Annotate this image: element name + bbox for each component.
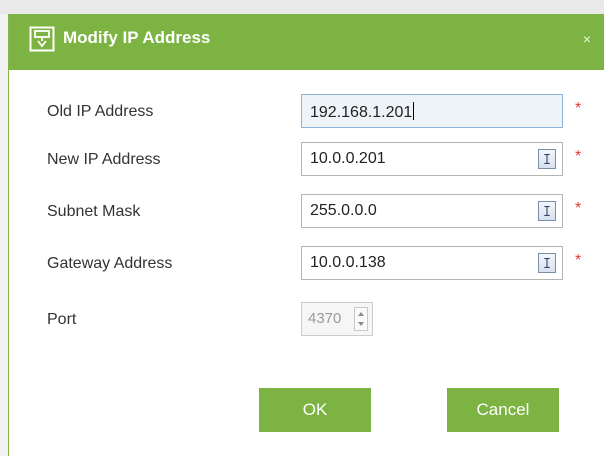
subnet-value: 255.0.0.0 xyxy=(310,202,377,219)
modify-ip-dialog: Modify IP Address × Old IP Address 192.1… xyxy=(8,14,604,456)
required-marker: * xyxy=(575,100,582,117)
subnet-label: Subnet Mask xyxy=(47,203,141,220)
old-ip-input[interactable]: 192.168.1.201 xyxy=(301,94,563,128)
old-ip-label: Old IP Address xyxy=(47,103,154,120)
subnet-input[interactable]: 255.0.0.0 xyxy=(301,194,563,228)
network-config-icon xyxy=(29,26,55,52)
required-marker: * xyxy=(575,200,582,217)
cancel-button[interactable]: Cancel xyxy=(447,388,559,432)
gateway-label: Gateway Address xyxy=(47,255,173,272)
gateway-value: 10.0.0.138 xyxy=(310,254,386,271)
gateway-input[interactable]: 10.0.0.138 xyxy=(301,246,563,280)
spinner-up-icon[interactable] xyxy=(358,312,364,316)
subnet-row: Subnet Mask 255.0.0.0 * xyxy=(9,194,604,230)
ip-address-icon[interactable] xyxy=(538,201,556,221)
port-label: Port xyxy=(47,311,77,328)
port-spinner[interactable] xyxy=(354,307,368,331)
text-caret xyxy=(413,102,415,120)
close-icon[interactable]: × xyxy=(580,32,594,46)
new-ip-row: New IP Address 10.0.0.201 * xyxy=(9,142,604,178)
new-ip-label: New IP Address xyxy=(47,151,161,168)
new-ip-value: 10.0.0.201 xyxy=(310,150,386,167)
required-marker: * xyxy=(575,148,582,165)
old-ip-value: 192.168.1.201 xyxy=(310,104,413,121)
new-ip-input[interactable]: 10.0.0.201 xyxy=(301,142,563,176)
port-stepper[interactable]: 4370 xyxy=(301,302,373,336)
port-row: Port 4370 xyxy=(9,302,604,338)
gateway-row: Gateway Address 10.0.0.138 * xyxy=(9,246,604,282)
ip-address-icon[interactable] xyxy=(538,253,556,273)
ip-address-icon[interactable] xyxy=(538,149,556,169)
old-ip-row: Old IP Address 192.168.1.201 * xyxy=(9,94,604,130)
ok-button[interactable]: OK xyxy=(259,388,371,432)
required-marker: * xyxy=(575,252,582,269)
background-window-strip xyxy=(0,0,604,14)
dialog-title: Modify IP Address xyxy=(63,28,211,47)
dialog-titlebar: Modify IP Address × xyxy=(9,14,604,70)
port-value: 4370 xyxy=(308,310,342,327)
spinner-down-icon[interactable] xyxy=(358,322,364,326)
